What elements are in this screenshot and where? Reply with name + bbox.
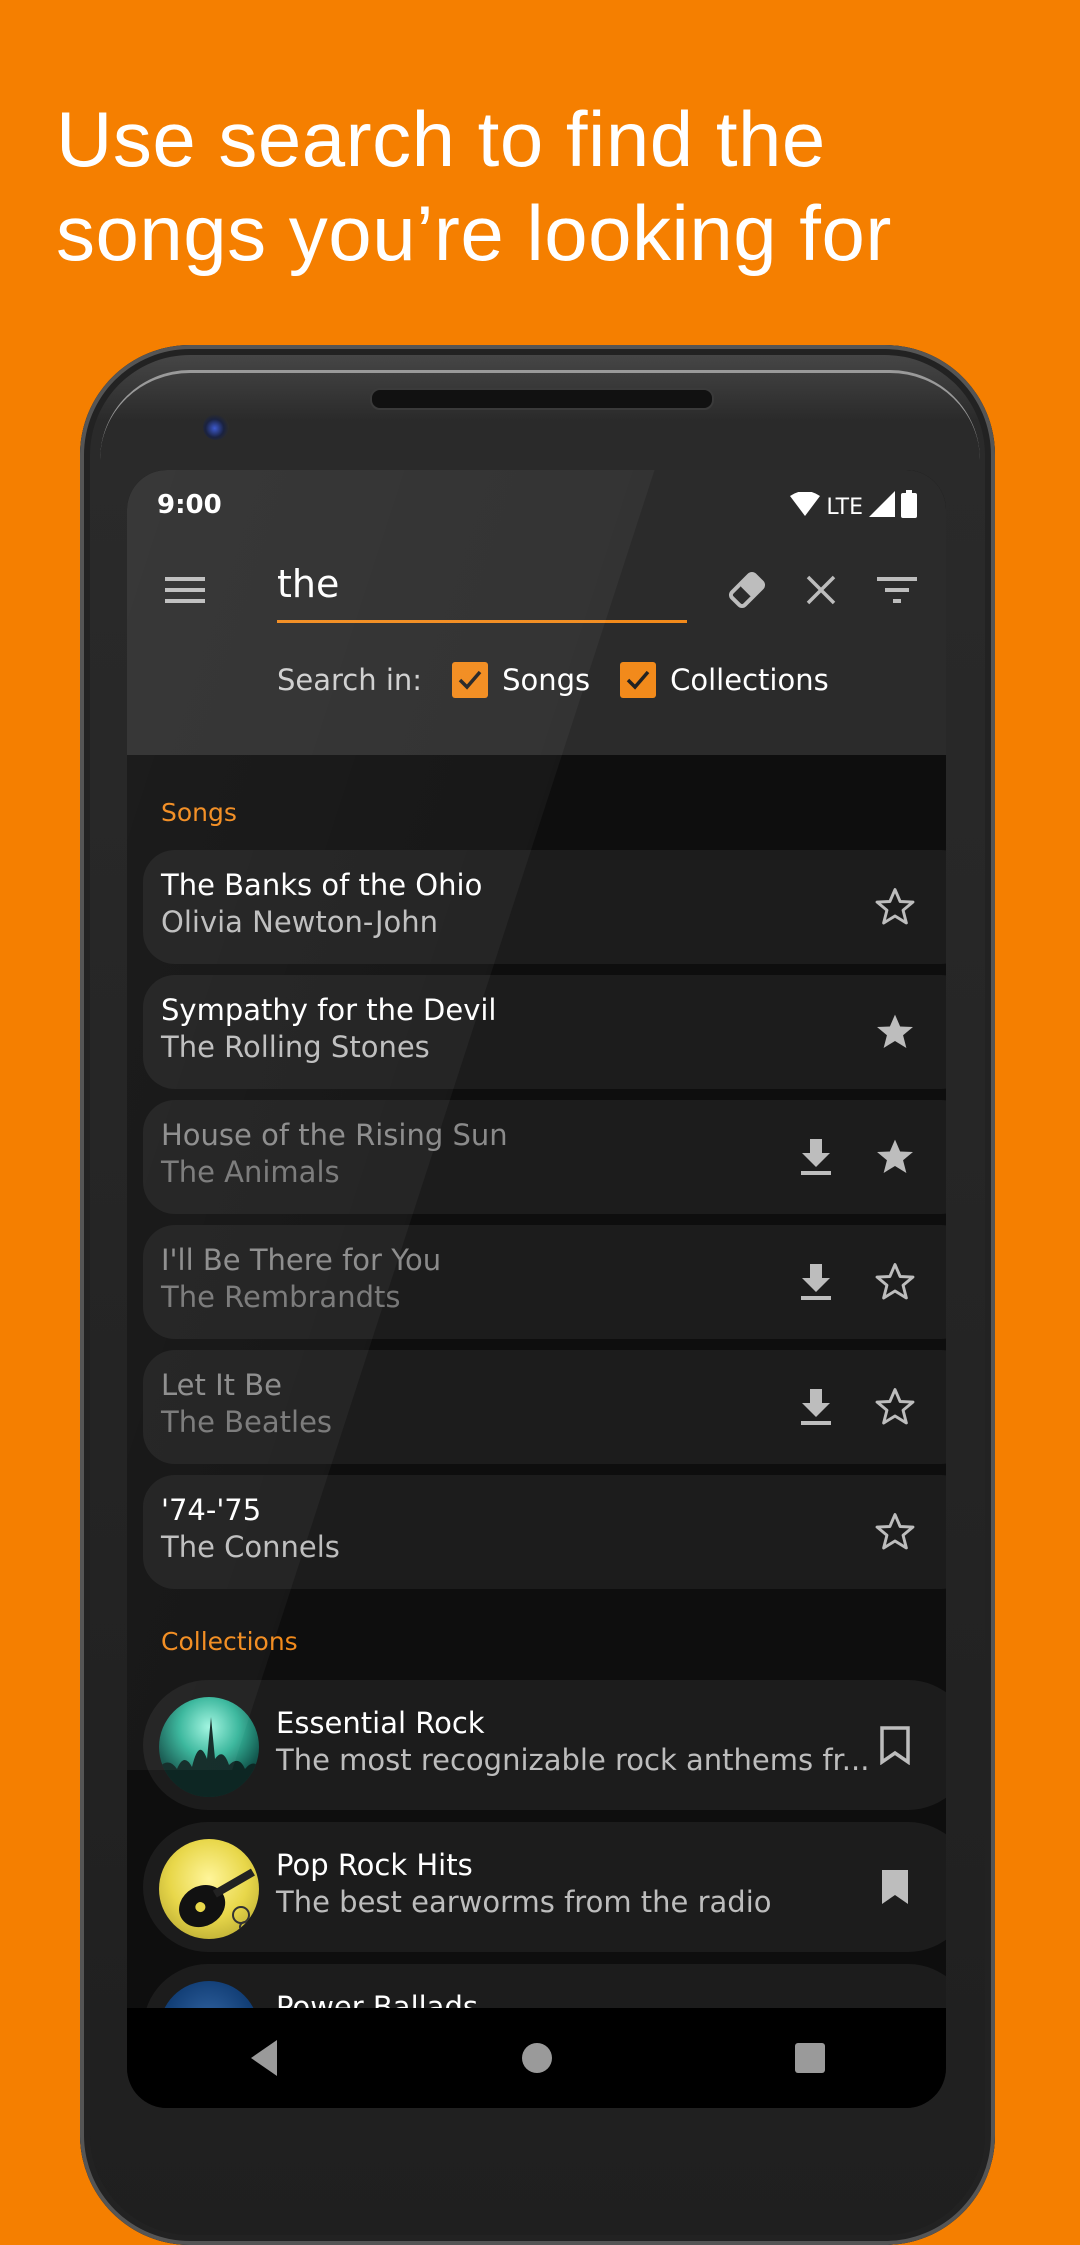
song-artist: The Animals [161, 1155, 340, 1189]
song-artist: The Rembrandts [161, 1280, 401, 1314]
search-field[interactable] [277, 560, 687, 623]
songs-section-label: Songs [161, 798, 237, 827]
headline-line-1: Use search to find the [56, 95, 826, 183]
front-camera [203, 414, 229, 440]
wifi-icon [790, 491, 821, 522]
star-outline-icon[interactable] [867, 1379, 923, 1435]
collection-description: The most recognizable rock anthems fr... [276, 1743, 870, 1777]
collection-row[interactable]: Essential Rock The most recognizable roc… [143, 1680, 946, 1810]
search-in-label: Search in: [277, 663, 423, 697]
star-outline-icon[interactable] [867, 1254, 923, 1310]
song-artist: The Connels [161, 1530, 340, 1564]
collection-title: Pop Rock Hits [276, 1848, 473, 1882]
song-row[interactable]: The Banks of the Ohio Olivia Newton-John [143, 850, 946, 964]
star-filled-icon[interactable] [867, 1004, 923, 1060]
app-screen: 9:00 LTE the Search in: Songs Collection… [127, 470, 946, 2108]
song-row[interactable]: House of the Rising Sun The Animals [143, 1100, 946, 1214]
back-icon[interactable] [224, 2018, 304, 2098]
close-icon[interactable] [791, 560, 851, 620]
search-input[interactable] [277, 562, 687, 606]
status-bar: 9:00 LTE [157, 482, 917, 526]
song-title: '74-'75 [161, 1493, 262, 1527]
song-artist: The Beatles [161, 1405, 333, 1439]
star-outline-icon[interactable] [867, 1504, 923, 1560]
search-scope: Search in: Songs Collections [277, 662, 829, 698]
star-outline-icon[interactable] [867, 879, 923, 935]
songs-checkbox[interactable] [452, 662, 489, 698]
song-row[interactable]: Let It Be The Beatles [143, 1350, 946, 1464]
bookmark-outline-icon[interactable] [867, 1717, 923, 1773]
song-title: I'll Be There for You [161, 1243, 442, 1277]
download-icon[interactable] [788, 1379, 844, 1435]
collections-section-label: Collections [161, 1627, 298, 1656]
filter-icon[interactable] [867, 560, 927, 620]
phone-speaker [370, 388, 714, 410]
home-icon[interactable] [497, 2018, 577, 2098]
songs-checkbox-label[interactable]: Songs [502, 663, 590, 697]
song-title: The Banks of the Ohio [161, 868, 483, 902]
promo-headline: Use search to find the songs you’re look… [56, 92, 892, 280]
concert-crowd-art [159, 1697, 259, 1797]
song-row[interactable]: '74-'75 The Connels [143, 1475, 946, 1589]
bookmark-filled-icon[interactable] [867, 1859, 923, 1915]
song-title: House of the Rising Sun [161, 1118, 508, 1152]
battery-icon [901, 490, 917, 524]
song-row[interactable]: I'll Be There for You The Rembrandts [143, 1225, 946, 1339]
network-type: LTE [826, 494, 863, 520]
song-title: Sympathy for the Devil [161, 993, 497, 1027]
status-time: 9:00 [157, 490, 222, 520]
song-artist: Olivia Newton-John [161, 905, 439, 939]
song-row[interactable]: Sympathy for the Devil The Rolling Stone… [143, 975, 946, 1089]
headline-line-2: songs you’re looking for [56, 189, 892, 277]
search-toolbar [127, 540, 946, 640]
eraser-icon[interactable] [717, 560, 777, 620]
guitar-art [159, 1839, 259, 1939]
hamburger-menu-icon[interactable] [155, 560, 215, 620]
song-artist: The Rolling Stones [161, 1030, 430, 1064]
collection-title: Essential Rock [276, 1706, 485, 1740]
collection-description: The best earworms from the radio [276, 1885, 772, 1919]
download-icon[interactable] [788, 1129, 844, 1185]
recents-icon[interactable] [770, 2018, 850, 2098]
song-title: Let It Be [161, 1368, 282, 1402]
star-filled-icon[interactable] [867, 1129, 923, 1185]
collections-checkbox[interactable] [620, 662, 657, 698]
system-navigation-bar [127, 2008, 946, 2108]
download-icon[interactable] [788, 1254, 844, 1310]
signal-icon [869, 491, 895, 523]
search-app-bar: 9:00 LTE the Search in: Songs Collection… [127, 470, 946, 755]
collections-checkbox-label[interactable]: Collections [670, 663, 829, 697]
collection-row[interactable]: Pop Rock Hits The best earworms from the… [143, 1822, 946, 1952]
